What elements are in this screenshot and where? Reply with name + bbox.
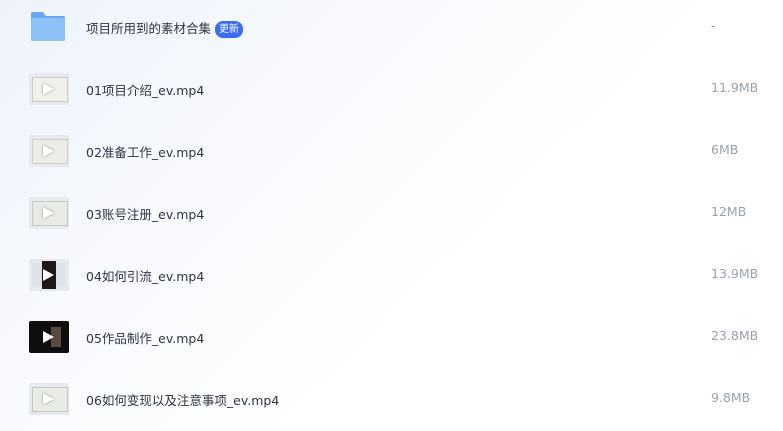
video-thumbnail (29, 321, 69, 353)
video-thumbnail (29, 73, 69, 105)
play-icon (43, 83, 54, 95)
play-icon (43, 331, 54, 343)
file-name: 05作品制作_ev.mp4 (86, 331, 205, 346)
folder-icon (31, 12, 65, 41)
file-name: 02准备工作_ev.mp4 (86, 145, 205, 160)
file-name: 01项目介绍_ev.mp4 (86, 83, 205, 98)
file-size: 12MB (711, 204, 747, 219)
file-size: 9.8MB (711, 390, 751, 405)
video-thumbnail (29, 259, 69, 291)
video-thumbnail (29, 135, 69, 167)
file-row[interactable]: 06如何变现以及注意事项_ev.mp4 9.8MB (0, 375, 783, 423)
file-row[interactable]: 02准备工作_ev.mp4 6MB (0, 127, 783, 175)
file-name: 项目所用到的素材合集 更新 (86, 18, 244, 38)
file-row[interactable]: 01项目介绍_ev.mp4 11.9MB (0, 65, 783, 113)
file-size: 6MB (711, 142, 739, 157)
file-row[interactable]: 04如何引流_ev.mp4 13.9MB (0, 251, 783, 299)
play-icon (43, 393, 54, 405)
play-icon (43, 207, 54, 219)
file-name: 03账号注册_ev.mp4 (86, 207, 205, 222)
update-badge: 更新 (215, 21, 244, 38)
file-size: 13.9MB (711, 266, 759, 281)
file-list: 项目所用到的素材合集 更新 - 01项目介绍_ev.mp4 11.9MB 02准备… (0, 0, 783, 431)
file-row[interactable]: 05作品制作_ev.mp4 23.8MB (0, 313, 783, 361)
file-size: - (711, 18, 716, 33)
file-name: 04如何引流_ev.mp4 (86, 269, 205, 284)
play-icon (43, 145, 54, 157)
file-size: 23.8MB (711, 328, 759, 343)
play-icon (43, 269, 54, 281)
file-row[interactable]: 03账号注册_ev.mp4 12MB (0, 189, 783, 237)
video-thumbnail (29, 383, 69, 415)
file-name: 06如何变现以及注意事项_ev.mp4 (86, 393, 280, 408)
video-thumbnail (29, 197, 69, 229)
file-size: 11.9MB (711, 80, 759, 95)
file-row-folder[interactable]: 项目所用到的素材合集 更新 - (0, 3, 783, 51)
